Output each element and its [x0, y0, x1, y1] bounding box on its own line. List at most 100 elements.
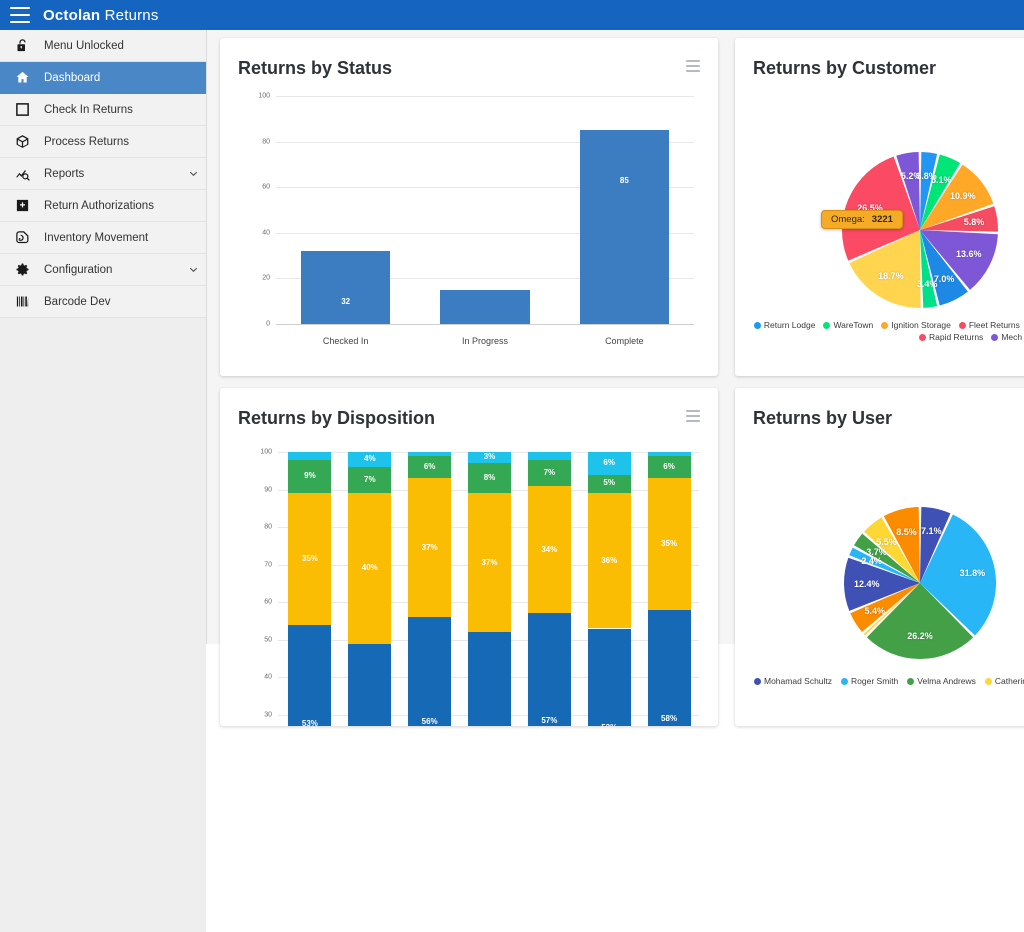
sidebar-item-dashboard[interactable]: Dashboard — [0, 62, 206, 94]
sidebar-item-label: Inventory Movement — [44, 231, 149, 244]
segment-value-label: 37% — [481, 557, 498, 567]
pie-slice-label: 5.1% — [930, 174, 952, 185]
bar[interactable] — [301, 251, 391, 324]
tooltip-label: Omega: — [831, 214, 865, 225]
y-axis-tick: 70 — [264, 561, 272, 569]
card-title-status: Returns by Status — [238, 58, 393, 78]
legend-color-dot — [907, 677, 915, 685]
bar[interactable] — [440, 289, 530, 324]
legend-color-dot — [991, 333, 999, 341]
brand-secondary: Returns — [104, 6, 159, 24]
segment-value-label: 6% — [603, 457, 615, 467]
stacked-bar[interactable]: 6% 5% 36% 53% — [587, 446, 631, 726]
segment-value-label: 35% — [661, 539, 678, 548]
segment-value-label: 6% — [423, 461, 436, 471]
legend-label: Ignition Storage — [891, 320, 951, 330]
stack-segment[interactable] — [587, 628, 631, 726]
gridline — [276, 96, 694, 97]
legend-item[interactable]: Mech House — [991, 332, 1024, 342]
legend-label: Catherine No — [994, 676, 1024, 686]
legend-label: Fleet Returns — [968, 320, 1020, 330]
bar[interactable] — [579, 130, 669, 324]
legend-color-dot — [881, 321, 889, 329]
legend-label: Roger Smith — [851, 676, 899, 686]
sidebar-item-menu-unlocked[interactable]: Menu Unlocked — [0, 30, 206, 62]
legend-label: WareTown — [833, 320, 874, 330]
stack-segment[interactable] — [408, 617, 452, 726]
tooltip-value: 3221 — [871, 214, 893, 225]
box-download-icon — [0, 102, 44, 117]
sidebar-item-return-authorizations[interactable]: Return Authorizations — [0, 190, 206, 222]
y-axis-tick: 50 — [264, 636, 272, 644]
segment-value-label: 6% — [663, 461, 675, 471]
legend-item[interactable]: Roger Smith — [841, 676, 898, 686]
sidebar-item-barcode-dev[interactable]: Barcode Dev — [0, 286, 206, 318]
segment-value-label: 4% — [364, 454, 376, 463]
sidebar-item-label: Reports — [44, 167, 85, 180]
stacked-bar[interactable]: 4%7%40%49% — [348, 446, 392, 726]
tag-arrow-icon — [0, 230, 44, 245]
sidebar-item-label: Return Authorizations — [44, 199, 154, 212]
chart-menu-icon[interactable] — [686, 60, 700, 72]
legend-color-dot — [958, 321, 966, 329]
y-axis-tick: 80 — [262, 138, 270, 146]
sidebar-item-inventory-movement[interactable]: Inventory Movement — [0, 222, 206, 254]
stack-segment[interactable] — [467, 632, 512, 726]
stack-segment[interactable] — [527, 613, 571, 726]
stacked-bar[interactable]: 9% 35% 53% — [288, 446, 332, 726]
segment-value-label: 9% — [304, 471, 316, 481]
chart-returns-by-status: 0 20 40 60 80 100 32 Checked In 15 In Progress 85 C… — [254, 93, 694, 364]
segment-value-label: 37% — [421, 542, 438, 552]
pie-slice-label: 5.8% — [963, 217, 985, 228]
sidebar-item-label: Check In Returns — [44, 103, 133, 116]
legend-item[interactable]: Return Lodge — [753, 320, 816, 330]
sidebar-item-check-in-returns[interactable]: Check In Returns — [0, 94, 206, 126]
legend-item[interactable]: Fleet Returns — [958, 320, 1020, 330]
stack-segment[interactable] — [348, 643, 392, 726]
legend-item[interactable]: Ignition Storage — [881, 320, 951, 330]
sidebar-item-process-returns[interactable]: Process Returns — [0, 126, 206, 158]
legend-item[interactable]: Mohamad Schultz — [754, 676, 832, 686]
stacked-bar[interactable]: 7% 34% 57% — [527, 446, 571, 726]
y-axis-tick: 80 — [264, 523, 272, 531]
legend-color-dot — [754, 677, 761, 685]
chevron-down-icon[interactable] — [180, 168, 206, 179]
app-title: Octolan Returns — [43, 7, 159, 24]
x-axis-tick: In Progress — [461, 336, 509, 346]
stacked-bar[interactable]: 6% 35% 58% — [647, 446, 691, 726]
sidebar-empty-space — [0, 318, 206, 932]
stacked-bar[interactable]: 3% 8% 37% 52% — [467, 446, 512, 726]
sidebar-item-configuration[interactable]: Configuration — [0, 254, 206, 286]
stack-segment[interactable] — [647, 609, 691, 726]
gear-icon — [0, 262, 44, 277]
hamburger-icon[interactable] — [10, 7, 30, 23]
stacked-bar[interactable]: 6% 37% 56% — [408, 446, 452, 726]
segment-value-label: 3% — [483, 452, 496, 462]
y-axis-tick: 40 — [264, 673, 272, 681]
legend-item[interactable]: WareTown — [823, 320, 873, 330]
legend-item[interactable]: Rapid Returns — [918, 332, 983, 342]
stack-segment[interactable] — [527, 452, 571, 460]
stack-segment[interactable] — [288, 624, 332, 726]
sidebar-item-reports[interactable]: Reports — [0, 158, 206, 190]
pie-slice-label: 5.5% — [876, 536, 897, 547]
segment-value-label: 40% — [361, 563, 378, 573]
pie-slice-label: 3.7% — [866, 547, 887, 558]
chart-tooltip: Omega: 3221 — [821, 210, 903, 229]
legend-label: Return Lodge — [763, 320, 816, 330]
legend-color-dot — [984, 677, 992, 685]
segment-value-label: 52% — [468, 725, 511, 726]
sidebar-item-label: Process Returns — [44, 135, 130, 148]
segment-value-label: 35% — [301, 554, 318, 564]
home-icon — [0, 70, 44, 85]
legend-item[interactable]: Catherine No — [984, 676, 1024, 686]
chevron-down-icon[interactable] — [180, 264, 206, 275]
legend-label: Mohamad Schultz — [764, 676, 833, 686]
chart-menu-icon[interactable] — [686, 410, 700, 422]
segment-value-label: 53% — [588, 723, 631, 726]
legend-item[interactable]: Velma Andrews — [907, 676, 976, 686]
card-title-disposition: Returns by Disposition — [238, 408, 436, 428]
stack-segment[interactable] — [288, 452, 332, 460]
sidebar-item-label: Dashboard — [44, 71, 101, 84]
y-axis-tick: 90 — [264, 486, 272, 494]
